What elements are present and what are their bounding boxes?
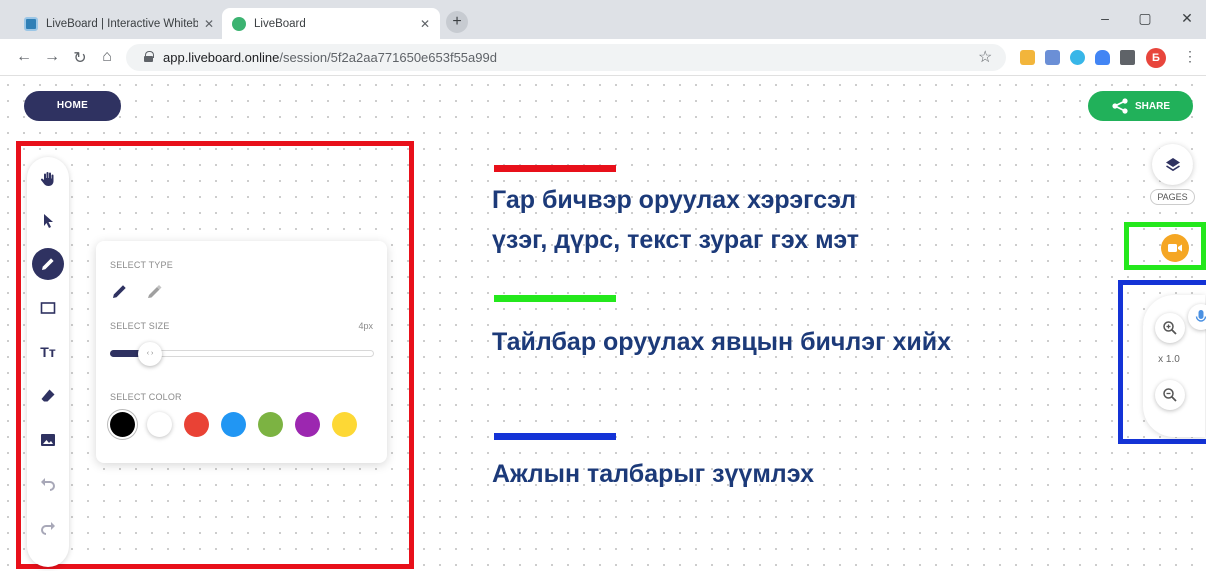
pen-settings-panel: SELECT TYPE SELECT SIZE 4px ‹ › SELECT C… xyxy=(96,241,387,463)
color-swatch[interactable] xyxy=(184,412,209,437)
extension-icon[interactable] xyxy=(1070,50,1085,65)
tab-close-icon[interactable]: ✕ xyxy=(204,17,214,31)
image-icon xyxy=(41,434,55,446)
select-color-label: SELECT COLOR xyxy=(110,392,182,402)
hand-tool-button[interactable] xyxy=(32,163,64,195)
rectangle-icon xyxy=(40,302,56,314)
rectangle-tool-button[interactable] xyxy=(32,292,64,324)
text-tool-button[interactable]: Tт xyxy=(32,336,64,368)
url-text: app.liveboard.online/session/5f2a2aa7716… xyxy=(163,50,497,65)
browser-addressbar: ← → ↻ ⌂ app.liveboard.online/session/5f2… xyxy=(0,39,1206,76)
back-icon[interactable]: ← xyxy=(14,48,34,66)
liveboard-favicon-icon xyxy=(232,16,246,31)
url-host: app.liveboard.online xyxy=(163,50,280,65)
layers-icon xyxy=(1165,157,1180,171)
select-tool-button[interactable] xyxy=(32,205,64,237)
redo-button[interactable] xyxy=(32,512,64,544)
pages-label: PAGES xyxy=(1150,189,1195,205)
eraser-tool-button[interactable] xyxy=(32,380,64,412)
profile-avatar[interactable]: Б xyxy=(1146,48,1166,68)
share-icon xyxy=(1112,98,1128,114)
extension-icon[interactable] xyxy=(1045,50,1060,65)
color-swatch[interactable] xyxy=(147,412,172,437)
whiteboard-canvas[interactable]: HOME SHARE Tт SELECT TYPE SELECT SIZE 4p… xyxy=(0,77,1206,571)
record-video-button[interactable] xyxy=(1161,234,1189,262)
annotation-text-recording: Тайлбар оруулах явцын бичлэг хийх xyxy=(492,328,951,356)
lock-icon xyxy=(144,51,154,62)
undo-icon xyxy=(41,478,55,491)
mic-extension-icon[interactable] xyxy=(1095,50,1110,65)
annotation-text-tools-line2: үзэг, дүрс, текст зураг гэх мэт xyxy=(492,226,860,254)
new-tab-button[interactable]: + xyxy=(446,11,468,33)
forward-icon[interactable]: → xyxy=(42,48,62,66)
select-size-label: SELECT SIZE xyxy=(110,321,170,331)
browser-menu-icon[interactable]: ⋮ xyxy=(1183,48,1197,65)
extension-icon[interactable] xyxy=(1020,50,1035,65)
home-icon[interactable]: ⌂ xyxy=(97,48,117,66)
pen-tool-button[interactable] xyxy=(32,248,64,280)
bookmark-star-icon[interactable]: ☆ xyxy=(978,47,992,67)
image-tool-button[interactable] xyxy=(32,424,64,456)
tab-title: LiveBoard xyxy=(254,17,306,30)
tool-sidebar: Tт xyxy=(27,157,69,567)
color-swatch[interactable] xyxy=(295,412,320,437)
pen-type-icon[interactable] xyxy=(110,281,130,301)
annotation-marker-green xyxy=(494,295,616,302)
annotation-marker-blue xyxy=(494,433,616,440)
color-swatch[interactable] xyxy=(221,412,246,437)
highlighter-type-icon[interactable] xyxy=(144,281,164,301)
cursor-icon xyxy=(44,214,53,228)
color-swatch[interactable] xyxy=(332,412,357,437)
annotation-text-zoom: Ажлын талбарыг зүүмлэх xyxy=(492,460,815,488)
tab-active[interactable]: LiveBoard ✕ xyxy=(222,8,440,39)
liveboard-favicon-icon xyxy=(24,16,38,31)
tab-title: LiveBoard | Interactive Whiteboa xyxy=(46,17,198,30)
tab-close-icon[interactable]: ✕ xyxy=(420,17,430,31)
minimize-button[interactable]: – xyxy=(1095,10,1115,26)
zoom-level: x 1.0 xyxy=(1158,354,1180,365)
tab-inactive[interactable]: LiveBoard | Interactive Whiteboa ✕ xyxy=(14,8,224,39)
size-slider-thumb[interactable]: ‹ › xyxy=(138,342,162,366)
puzzle-extensions-icon[interactable] xyxy=(1120,50,1135,65)
url-bar[interactable]: app.liveboard.online/session/5f2a2aa7716… xyxy=(126,44,1006,71)
browser-tabbar: LiveBoard | Interactive Whiteboa ✕ LiveB… xyxy=(0,0,1206,39)
close-window-button[interactable]: ✕ xyxy=(1177,10,1197,27)
redo-icon xyxy=(41,522,55,535)
hand-icon xyxy=(40,172,54,186)
zoom-in-button[interactable] xyxy=(1155,313,1185,343)
annotation-marker-red xyxy=(494,165,616,172)
share-button[interactable]: SHARE xyxy=(1088,91,1193,121)
color-swatch[interactable] xyxy=(258,412,283,437)
undo-button[interactable] xyxy=(32,468,64,500)
pencil-icon xyxy=(42,258,54,270)
url-path: /session/5f2a2aa771650e653f55a99d xyxy=(279,50,497,65)
eraser-icon xyxy=(41,389,55,402)
zoom-out-icon xyxy=(1163,388,1177,402)
pages-button[interactable] xyxy=(1152,144,1193,185)
size-value: 4px xyxy=(358,321,373,331)
reload-icon[interactable]: ↻ xyxy=(70,48,90,68)
home-button[interactable]: HOME xyxy=(24,91,121,121)
maximize-button[interactable]: ▢ xyxy=(1135,10,1155,27)
annotation-text-tools-line1: Гар бичвэр оруулах хэрэгсэл xyxy=(492,186,857,214)
color-swatch[interactable] xyxy=(110,412,135,437)
select-type-label: SELECT TYPE xyxy=(110,260,173,270)
zoom-in-icon xyxy=(1163,321,1177,335)
microphone-icon xyxy=(1195,310,1206,322)
share-label: SHARE xyxy=(1134,100,1170,112)
video-camera-icon xyxy=(1168,244,1182,252)
zoom-out-button[interactable] xyxy=(1155,380,1185,410)
